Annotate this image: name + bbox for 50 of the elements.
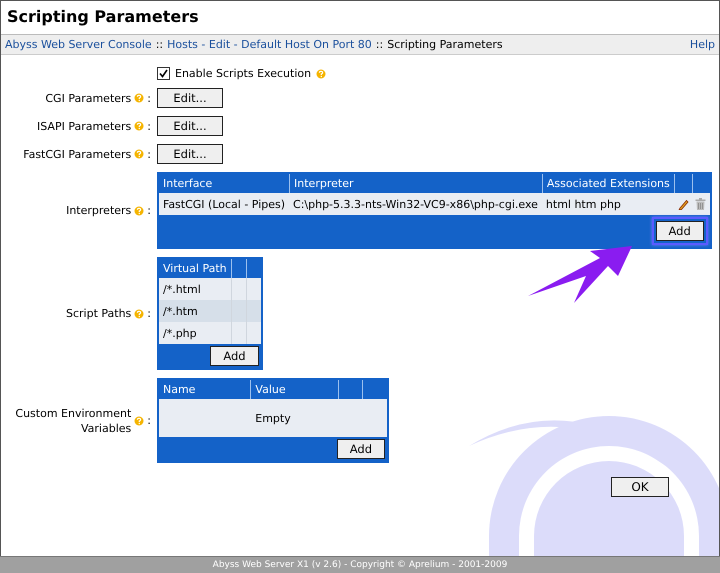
column-header: Associated Extensions <box>542 174 674 193</box>
edit-button[interactable]: Edit... <box>157 144 223 164</box>
edit-button[interactable]: Edit... <box>157 88 223 108</box>
help-icon[interactable] <box>134 149 144 159</box>
help-icon[interactable] <box>134 308 144 318</box>
status-bar: Abyss Web Server X1 (v 2.6) - Copyright © Aprelium - 2001-2009 <box>0 556 720 573</box>
trash-icon[interactable] <box>694 198 706 210</box>
column-header: Interpreter <box>289 174 542 193</box>
add-button[interactable]: Add <box>656 221 704 241</box>
column-header: Name <box>159 380 250 399</box>
column-header: Interface <box>159 174 290 193</box>
column-header: Virtual Path <box>159 259 231 278</box>
field-label: ISAPI Parameters <box>36 118 132 134</box>
breadcrumb-separator: :: <box>376 38 384 51</box>
field-label: Interpreters <box>66 203 132 218</box>
column-header: Value <box>250 380 338 399</box>
label-colon: : <box>147 118 151 134</box>
label-colon: : <box>147 413 151 428</box>
label-colon: : <box>147 306 151 321</box>
field-label: Custom Environment Variables <box>14 406 132 436</box>
help-link[interactable]: Help <box>690 38 715 51</box>
add-button[interactable]: Add <box>210 346 259 366</box>
help-icon[interactable] <box>134 206 144 216</box>
help-icon[interactable] <box>134 93 144 103</box>
table-cell[interactable]: /*.php <box>159 322 231 344</box>
help-icon[interactable] <box>316 68 326 78</box>
add-button[interactable]: Add <box>336 439 385 459</box>
ok-button[interactable]: OK <box>611 477 669 497</box>
field-label: CGI Parameters <box>45 90 132 106</box>
breadcrumb-current: Scripting Parameters <box>387 38 503 51</box>
empty-message: Empty <box>255 412 291 424</box>
pencil-icon[interactable] <box>678 198 689 210</box>
table-cell: C:\php-5.3.3-nts-Win32-VC9-x86\php-cgi.exe <box>289 193 542 215</box>
label-colon: : <box>147 203 151 218</box>
field-label: FastCGI Parameters <box>23 146 132 162</box>
breadcrumb-link[interactable]: Abyss Web Server Console <box>5 38 152 51</box>
checkbox[interactable] <box>157 67 170 80</box>
table-cell[interactable]: /*.htm <box>159 300 231 322</box>
breadcrumb-link[interactable]: Hosts - Edit - Default Host On Port 80 <box>167 38 372 51</box>
table-cell: FastCGI (Local - Pipes) <box>159 193 290 215</box>
checkbox-label: Enable Scripts Execution <box>175 67 312 80</box>
label-colon: : <box>147 146 151 162</box>
label-colon: : <box>147 90 151 106</box>
breadcrumb-separator: :: <box>156 38 164 51</box>
help-icon[interactable] <box>134 416 144 426</box>
help-icon[interactable] <box>134 121 144 131</box>
field-label: Script Paths <box>66 306 132 321</box>
table-cell: html htm php <box>542 193 674 215</box>
edit-button[interactable]: Edit... <box>157 116 223 136</box>
table-cell[interactable]: /*.html <box>159 278 231 300</box>
